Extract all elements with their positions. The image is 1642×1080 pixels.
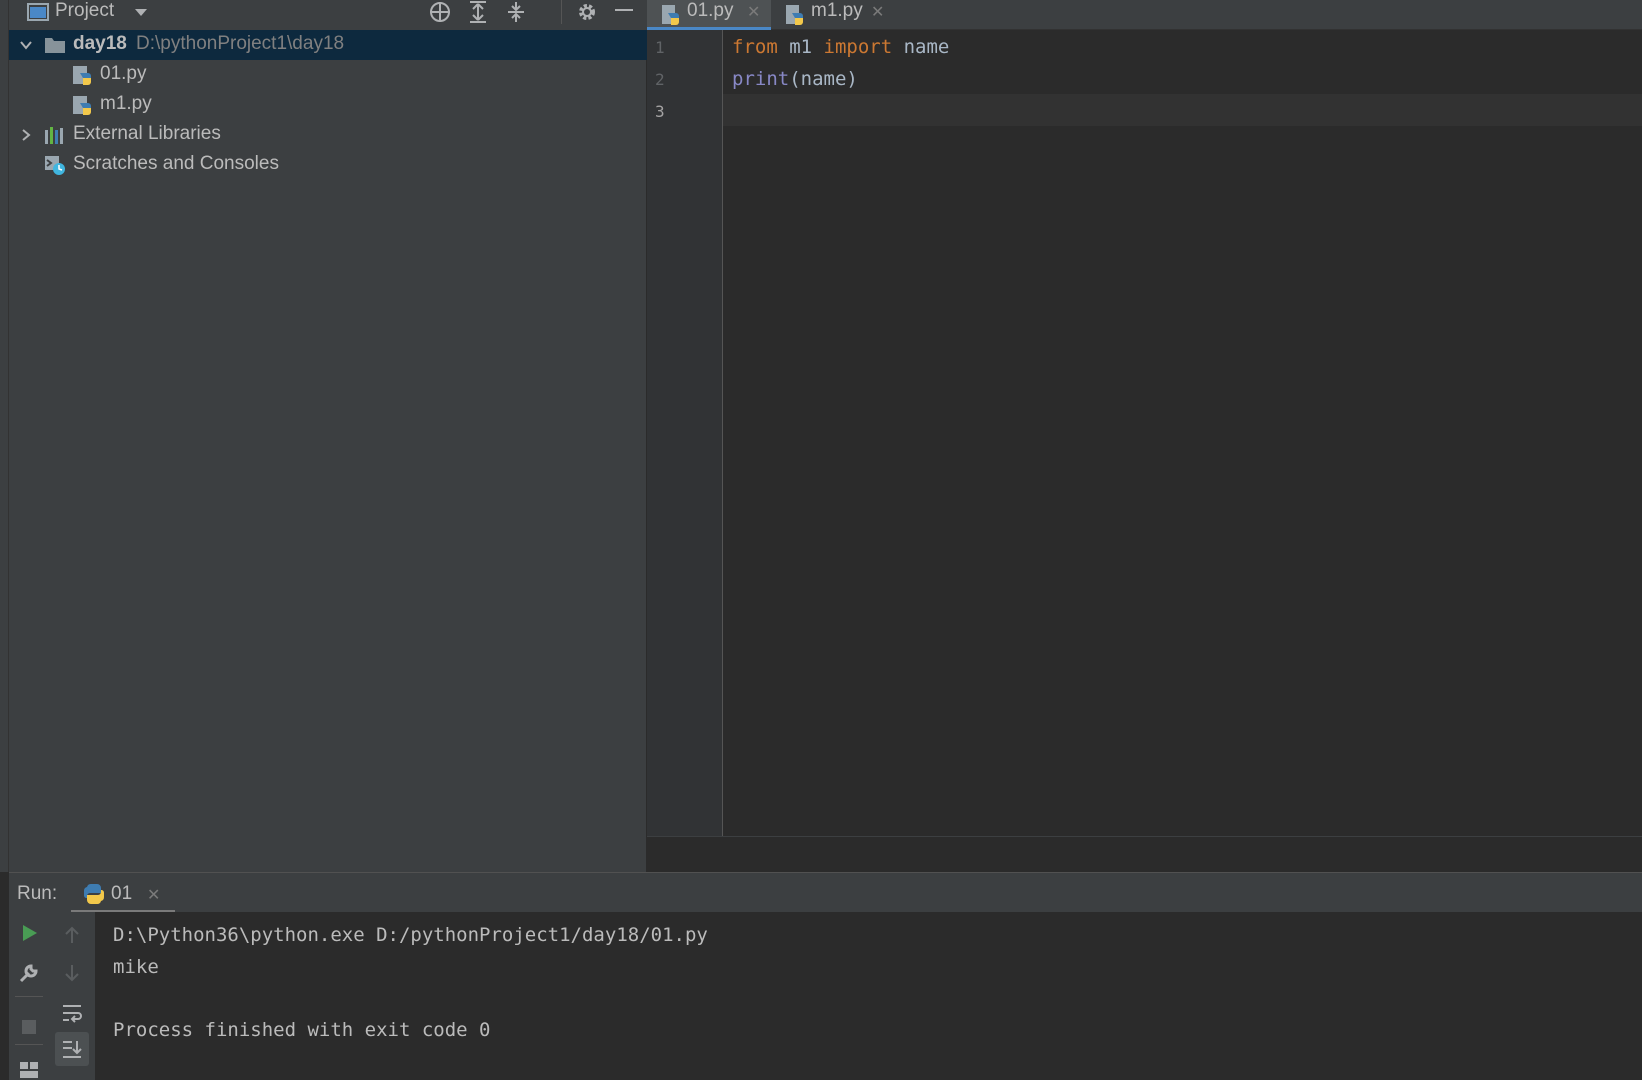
- code-editor[interactable]: 1 2 3 from m1 import name print(name): [647, 30, 1642, 836]
- editor-tabs: 01.py ✕ m1.py ✕: [647, 0, 1642, 30]
- tab-01-py[interactable]: 01.py ✕: [647, 0, 771, 30]
- soft-wrap-icon: [63, 1005, 82, 1023]
- tree-item-label: External Libraries: [73, 123, 221, 144]
- tree-item-01-py[interactable]: 01.py: [9, 60, 647, 90]
- project-window-icon[interactable]: [27, 3, 49, 21]
- code-text: name: [892, 36, 950, 58]
- builtin-function: print: [732, 68, 790, 90]
- current-line-highlight: [723, 94, 1642, 126]
- tree-file-label: m1.py: [100, 93, 152, 114]
- line-number: 2: [655, 70, 665, 89]
- run-tab-01[interactable]: 01 ✕: [65, 873, 175, 913]
- editor-bottom-area: [647, 836, 1642, 872]
- locate-icon[interactable]: [427, 0, 453, 24]
- tree-item-scratches[interactable]: Scratches and Consoles: [9, 150, 647, 180]
- play-icon: [23, 925, 37, 941]
- tree-root-path: D:\pythonProject1\day18: [136, 33, 345, 54]
- minimize-icon[interactable]: [611, 0, 637, 24]
- close-icon[interactable]: ✕: [147, 885, 160, 905]
- arrow-up-icon: [65, 926, 79, 943]
- chevron-right-icon[interactable]: [19, 128, 33, 142]
- console-line: Process finished with exit code 0: [113, 1019, 491, 1041]
- code-line-2[interactable]: print(name): [732, 68, 858, 90]
- python-file-icon: [662, 5, 679, 25]
- line-number: 1: [655, 38, 665, 57]
- tree-root-name: day18: [73, 33, 127, 54]
- code-text: (name): [789, 68, 858, 90]
- toolbar-separator: [15, 1044, 43, 1045]
- run-tab-label: 01: [111, 883, 133, 904]
- scroll-down-button[interactable]: [57, 958, 87, 988]
- code-text: m1: [777, 36, 824, 58]
- python-icon: [83, 883, 105, 905]
- python-file-icon: [73, 96, 91, 115]
- tree-item-m1-py[interactable]: m1.py: [9, 90, 647, 120]
- layout-icon: [20, 1062, 38, 1078]
- console-line: mike: [113, 956, 159, 978]
- tab-label: 01.py: [687, 0, 734, 21]
- left-tool-strip: [0, 0, 9, 872]
- tree-item-external-libraries[interactable]: External Libraries: [9, 120, 647, 150]
- console-line: D:\Python36\python.exe D:/pythonProject1…: [113, 924, 708, 946]
- python-file-icon: [73, 66, 91, 85]
- stop-button[interactable]: [14, 1012, 44, 1042]
- folder-icon: [45, 38, 65, 53]
- toolbar-separator: [15, 996, 43, 997]
- tab-label: m1.py: [811, 0, 863, 21]
- gear-icon[interactable]: [574, 0, 600, 24]
- chevron-down-icon[interactable]: [133, 4, 149, 20]
- line-number-gutter: 1 2 3: [647, 30, 723, 836]
- run-label: Run:: [17, 883, 58, 904]
- line-number: 3: [655, 102, 665, 121]
- keyword: from: [732, 36, 778, 58]
- close-icon[interactable]: ✕: [871, 2, 884, 22]
- toolbar-separator: [561, 0, 562, 24]
- project-panel: Project day18 D:\pythonProject1\day18 01…: [9, 0, 647, 872]
- run-console[interactable]: D:\Python36\python.exe D:/pythonProject1…: [95, 912, 1642, 1080]
- arrow-down-icon: [65, 965, 79, 982]
- layout-button[interactable]: [14, 1052, 44, 1080]
- python-file-icon: [786, 5, 803, 25]
- scroll-up-button[interactable]: [57, 920, 87, 950]
- code-line-1[interactable]: from m1 import name: [732, 36, 949, 58]
- scratches-icon: [45, 156, 65, 175]
- tree-item-label: Scratches and Consoles: [73, 153, 279, 174]
- collapse-all-icon[interactable]: [503, 0, 529, 24]
- settings-button[interactable]: [14, 958, 44, 988]
- close-icon[interactable]: ✕: [747, 2, 760, 22]
- expand-all-icon[interactable]: [465, 0, 491, 24]
- scroll-to-end-button[interactable]: [55, 1032, 89, 1066]
- tree-item-day18[interactable]: day18 D:\pythonProject1\day18: [9, 30, 647, 60]
- tree-file-label: 01.py: [100, 63, 147, 84]
- tab-m1-py[interactable]: m1.py ✕: [771, 0, 895, 30]
- rerun-button[interactable]: [14, 918, 44, 948]
- chevron-down-icon[interactable]: [19, 38, 33, 52]
- project-header: Project: [9, 0, 647, 30]
- soft-wrap-button[interactable]: [57, 998, 87, 1028]
- keyword: import: [823, 36, 893, 58]
- project-title[interactable]: Project: [55, 0, 114, 22]
- run-toolbar: [9, 912, 95, 1080]
- scroll-to-end-icon: [63, 1041, 82, 1058]
- stop-icon: [22, 1020, 36, 1034]
- run-panel-header: Run: 01 ✕: [9, 872, 1642, 913]
- wrench-icon: [19, 964, 38, 983]
- library-icon: [45, 127, 63, 144]
